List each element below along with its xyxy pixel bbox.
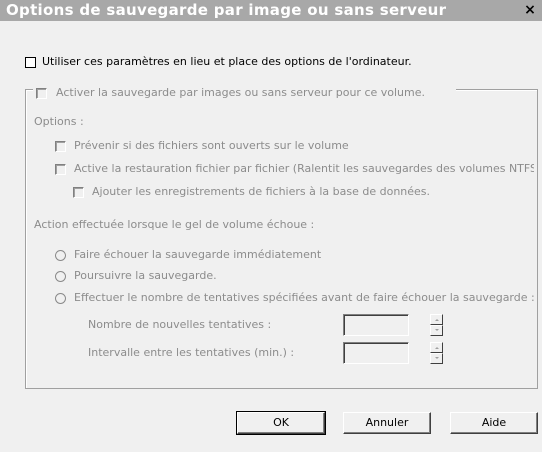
file-restore-checkbox[interactable] [55, 164, 66, 175]
spin-up-icon[interactable] [430, 314, 443, 325]
use-settings-label: Utiliser ces paramètres en lieu et place… [42, 55, 412, 68]
file-restore-label: Active la restauration fichier par fichi… [74, 162, 534, 175]
ok-button[interactable]: OK [236, 411, 326, 435]
spin-up-icon[interactable] [430, 342, 443, 353]
fail-immediately-label: Faire échouer la sauvegarde immédiatemen… [74, 248, 322, 261]
retry-count-field[interactable] [343, 314, 409, 336]
add-file-records-label: Ajouter les enregistrements de fichiers … [92, 185, 431, 198]
retry-interval-field[interactable] [343, 342, 409, 364]
enable-image-backup-label: Activer la sauvegarde par images ou sans… [56, 86, 426, 99]
use-settings-checkbox[interactable] [25, 57, 36, 68]
warn-open-files-checkbox[interactable] [55, 141, 66, 152]
spin-down-icon[interactable] [430, 353, 443, 364]
continue-backup-label: Poursuivre la sauvegarde. [74, 269, 217, 282]
spin-down-icon[interactable] [430, 325, 443, 336]
warn-open-files-label: Prévenir si des fichiers sont ouverts su… [74, 139, 349, 152]
fail-immediately-radio[interactable] [55, 250, 66, 261]
options-heading: Options : [34, 115, 84, 128]
retry-interval-label: Intervalle entre les tentatives (min.) : [88, 346, 295, 359]
add-file-records-checkbox[interactable] [73, 187, 84, 198]
image-backup-groupbox [25, 89, 538, 389]
cancel-button[interactable]: Annuler [343, 412, 431, 434]
freeze-failure-heading: Action effectuée lorsque le gel de volum… [34, 218, 315, 231]
retry-before-fail-radio[interactable] [55, 293, 66, 304]
retry-interval-spinner[interactable] [430, 342, 443, 364]
retry-count-label: Nombre de nouvelles tentatives : [88, 318, 272, 331]
continue-backup-radio[interactable] [55, 271, 66, 282]
enable-image-backup-checkbox[interactable] [36, 88, 47, 99]
close-icon[interactable]: × [518, 0, 542, 21]
title-bar: Options de sauvegarde par image ou sans … [0, 0, 542, 21]
retry-count-spinner[interactable] [430, 314, 443, 336]
window-title: Options de sauvegarde par image ou sans … [6, 1, 447, 19]
help-button[interactable]: Aide [450, 412, 538, 434]
retry-before-fail-label: Effectuer le nombre de tentatives spécif… [74, 291, 535, 304]
